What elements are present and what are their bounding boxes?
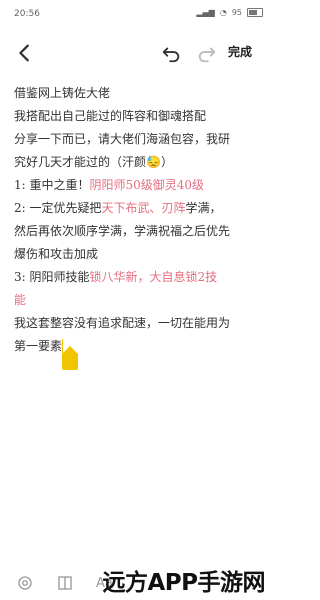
battery-icon — [247, 8, 263, 17]
note-line: 究好几天才能过的（汗颜😓） — [14, 155, 173, 169]
note-highlight: 天下布武、刃阵 — [101, 201, 186, 215]
note-line: 我这套整容没有追求配速，一切在能用为 — [14, 316, 231, 330]
note-content[interactable]: 借鉴网上铸佐大佬 我搭配出自己能过的阵容和御魂搭配 分享一下而已，请大佬们海涵包… — [14, 82, 264, 358]
back-button[interactable] — [14, 42, 36, 64]
note-line: 能 — [14, 293, 27, 307]
battery-level: 95 — [231, 8, 242, 17]
table-icon — [58, 576, 72, 590]
table-button[interactable] — [56, 574, 74, 592]
note-line: 我搭配出自己能过的阵容和御魂搭配 — [14, 109, 207, 123]
status-time: 20:56 — [14, 9, 40, 19]
note-line: 分享一下而已，请大佬们海涵包容，我研 — [14, 132, 231, 146]
signal-icon: ▂▄▆ — [196, 8, 215, 17]
note-line: 第一要素 — [14, 335, 264, 358]
redo-button[interactable] — [196, 42, 218, 64]
cursor-handle[interactable] — [61, 346, 79, 370]
note-segment: 学满， — [185, 201, 222, 215]
wifi-icon: ◔ — [219, 8, 227, 17]
note-segment: 2: 一定优先疑把 — [14, 201, 102, 215]
note-line: 然后再依次顺序学满，学满祝福之后优先 — [14, 224, 231, 238]
note-segment: 3: 阴阳师技能 — [14, 270, 90, 284]
note-segment: 1: 重中之重！ — [14, 178, 90, 192]
note-highlight: 锁八华新，大自息锁2技 — [89, 270, 218, 284]
note-line: 3: 阴阳师技能锁八华新，大自息锁2技 — [14, 266, 264, 289]
note-highlight: 阴阳师50级御灵40级 — [89, 178, 205, 192]
done-button[interactable]: 完成 — [228, 43, 252, 60]
back-icon — [19, 44, 29, 62]
ai-button[interactable] — [16, 574, 34, 592]
note-segment: 第一要素 — [14, 339, 63, 353]
redo-icon — [198, 47, 216, 63]
status-bar: 20:56 ▂▄▆ ◔ 95 — [0, 0, 273, 30]
note-line: 2: 一定优先疑把天下布武、刃阵学满， — [14, 197, 264, 220]
undo-icon — [162, 47, 180, 63]
note-line: 借鉴网上铸佐大佬 — [14, 86, 111, 100]
watermark: 远方APP手游网 — [102, 570, 265, 596]
note-line: 爆伤和攻击加成 — [14, 247, 99, 261]
undo-button[interactable] — [160, 42, 182, 64]
editor-toolbar: 完成 — [0, 36, 273, 68]
handle-icon — [62, 346, 78, 370]
bottom-toolbar: Aa 远方APP手游网 — [0, 566, 273, 600]
note-line: 1: 重中之重！阴阳师50级御灵40级 — [14, 174, 264, 197]
ai-icon — [18, 576, 32, 590]
status-icons: ▂▄▆ ◔ 95 — [196, 8, 263, 17]
